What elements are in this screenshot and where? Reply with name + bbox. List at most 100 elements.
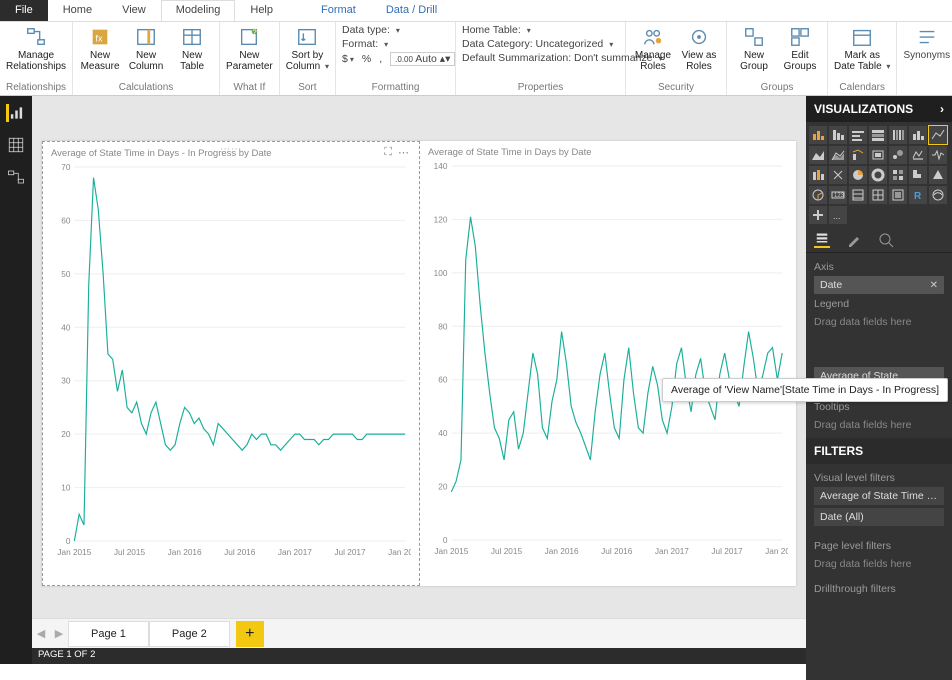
- data-view-icon[interactable]: [7, 136, 25, 154]
- viz-type-7[interactable]: [809, 146, 827, 164]
- ribbon-group-relationships: Relationships: [6, 82, 66, 95]
- viz-type-3[interactable]: [869, 126, 887, 144]
- left-nav: [0, 96, 32, 664]
- report-view-icon[interactable]: [6, 104, 24, 122]
- filter-date[interactable]: Date (All): [814, 508, 944, 526]
- viz-type-25[interactable]: [889, 186, 907, 204]
- tab-file[interactable]: File: [0, 0, 48, 21]
- viz-type-10[interactable]: [869, 146, 887, 164]
- viz-type-14[interactable]: [809, 166, 827, 184]
- ribbon-group-formatting: Formatting: [342, 82, 449, 95]
- viz-type-6[interactable]: [929, 126, 947, 144]
- viz-type-9[interactable]: [849, 146, 867, 164]
- default-summarization-dropdown[interactable]: Default Summarization: Don't summarize: [462, 52, 619, 64]
- svg-text:Jan 2016: Jan 2016: [168, 547, 202, 557]
- new-table-button[interactable]: New Table: [171, 24, 213, 72]
- viz-type-0[interactable]: [809, 126, 827, 144]
- svg-text:Jan 2018: Jan 2018: [765, 546, 788, 556]
- remove-axis-icon[interactable]: ✕: [930, 280, 938, 291]
- tab-modeling[interactable]: Modeling: [161, 0, 236, 21]
- format-tab-icon[interactable]: [846, 232, 862, 248]
- viz-type-13[interactable]: [929, 146, 947, 164]
- data-type-dropdown[interactable]: Data type:: [342, 24, 449, 36]
- svg-text:20: 20: [61, 429, 71, 439]
- viz-type-29[interactable]: ...: [829, 206, 847, 224]
- viz-type-1[interactable]: [829, 126, 847, 144]
- viz-type-12[interactable]: [909, 146, 927, 164]
- mark-as-date-table-button[interactable]: Mark as Date Table: [834, 24, 890, 72]
- more-options-icon[interactable]: ⋯: [398, 146, 409, 159]
- model-view-icon[interactable]: [7, 168, 25, 186]
- tab-format[interactable]: Format: [306, 0, 371, 21]
- viz-type-4[interactable]: [889, 126, 907, 144]
- home-table-dropdown[interactable]: Home Table:: [462, 24, 619, 36]
- tab-view[interactable]: View: [107, 0, 161, 21]
- visual-2[interactable]: Average of State Time in Days by Date 02…: [420, 141, 796, 586]
- svg-text:80: 80: [438, 321, 448, 331]
- ribbon-group-calendars: Calendars: [834, 82, 890, 95]
- view-as-roles-button[interactable]: View as Roles: [678, 24, 720, 72]
- analytics-tab-icon[interactable]: [878, 232, 894, 248]
- visualizations-header[interactable]: VISUALIZATIONS›: [806, 96, 952, 122]
- svg-text:Jan 2017: Jan 2017: [278, 547, 312, 557]
- focus-mode-icon[interactable]: ⛶: [384, 146, 392, 159]
- ribbon-group-whatif: What If: [226, 82, 273, 95]
- viz-type-21[interactable]: [809, 186, 827, 204]
- viz-type-11[interactable]: [889, 146, 907, 164]
- viz-type-28[interactable]: [809, 206, 827, 224]
- report-canvas[interactable]: ⋯⋯ ⛶ ⋯ Average of State Time in Days - I…: [42, 141, 796, 586]
- viz-type-2[interactable]: [849, 126, 867, 144]
- viz-type-18[interactable]: [889, 166, 907, 184]
- manage-roles-button[interactable]: Manage Roles: [632, 24, 674, 72]
- page-filters-placeholder[interactable]: Drag data fields here: [814, 555, 944, 573]
- add-page-button[interactable]: +: [236, 621, 264, 647]
- legend-placeholder[interactable]: Drag data fields here: [814, 313, 944, 331]
- manage-relationships-button[interactable]: Manage Relationships: [6, 24, 66, 72]
- fields-tab-icon[interactable]: [814, 232, 830, 248]
- svg-text:60: 60: [61, 215, 71, 225]
- viz-type-23[interactable]: [849, 186, 867, 204]
- ribbon-group-properties: Properties: [462, 82, 619, 95]
- visualization-picker: 123 R...: [806, 122, 952, 228]
- viz-type-5[interactable]: [909, 126, 927, 144]
- filter-avg-state-time[interactable]: Average of State Time in ...: [814, 487, 944, 505]
- new-group-button[interactable]: New Group: [733, 24, 775, 72]
- new-column-button[interactable]: New Column: [125, 24, 167, 72]
- viz-type-20[interactable]: [929, 166, 947, 184]
- sort-by-column-button[interactable]: Sort by Column: [286, 24, 329, 72]
- svg-text:60: 60: [438, 375, 448, 385]
- axis-field-date[interactable]: Date✕: [814, 276, 944, 294]
- currency-button[interactable]: $: [342, 53, 354, 65]
- viz-type-16[interactable]: [849, 166, 867, 184]
- viz-type-27[interactable]: [929, 186, 947, 204]
- ribbon-group-qa: Q&A: [903, 82, 952, 95]
- comma-button[interactable]: ,: [379, 53, 382, 65]
- synonyms-button[interactable]: Synonyms: [903, 24, 950, 61]
- percent-button[interactable]: %: [362, 53, 371, 65]
- visual-1[interactable]: ⋯⋯ ⛶ ⋯ Average of State Time in Days - I…: [42, 141, 420, 586]
- tab-help[interactable]: Help: [235, 0, 288, 21]
- viz-type-22[interactable]: 123: [829, 186, 847, 204]
- page-next-icon[interactable]: ▶: [50, 627, 68, 640]
- viz-type-8[interactable]: [829, 146, 847, 164]
- new-parameter-button[interactable]: ? New Parameter: [226, 24, 273, 72]
- svg-text:?: ?: [253, 27, 257, 36]
- filters-header[interactable]: FILTERS: [806, 438, 952, 464]
- viz-type-17[interactable]: [869, 166, 887, 184]
- viz-type-26[interactable]: R: [909, 186, 927, 204]
- viz-type-19[interactable]: [909, 166, 927, 184]
- tooltips-placeholder[interactable]: Drag data fields here: [814, 416, 944, 434]
- page-tab-1[interactable]: Page 1: [68, 621, 149, 647]
- page-prev-icon[interactable]: ◀: [32, 627, 50, 640]
- tab-data-drill[interactable]: Data / Drill: [371, 0, 452, 21]
- format-dropdown[interactable]: Format:: [342, 38, 449, 50]
- data-category-dropdown[interactable]: Data Category: Uncategorized: [462, 38, 619, 50]
- viz-type-15[interactable]: [829, 166, 847, 184]
- viz-type-24[interactable]: [869, 186, 887, 204]
- page-tab-2[interactable]: Page 2: [149, 621, 230, 647]
- drag-handle-icon[interactable]: ⋯⋯: [220, 144, 242, 155]
- decimal-auto[interactable]: .0​.00 Auto ▴▾: [390, 52, 455, 66]
- new-measure-button[interactable]: fx New Measure: [79, 24, 121, 72]
- edit-groups-button[interactable]: Edit Groups: [779, 24, 821, 72]
- tab-home[interactable]: Home: [48, 0, 107, 21]
